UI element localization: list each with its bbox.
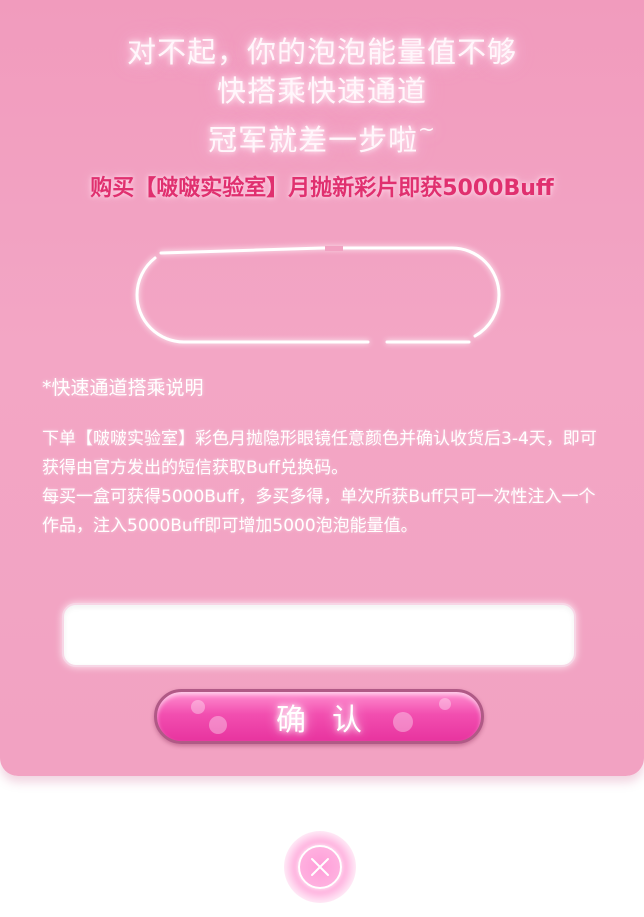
- close-icon: [298, 845, 342, 889]
- close-button[interactable]: [284, 831, 356, 903]
- promo-text: 购买【啵啵实验室】月抛新彩片即获5000Buff: [90, 176, 554, 201]
- redeem-code-input[interactable]: [62, 603, 576, 667]
- bubble-decoration: [191, 700, 205, 714]
- bubble-decoration: [393, 712, 413, 732]
- headline-line-3-text: 冠军就差一步啦: [208, 123, 419, 157]
- energy-dialog-panel: 对不起，你的泡泡能量值不够 快搭乘快速通道 冠军就差一步啦~ 购买【啵啵实验室】…: [0, 0, 644, 776]
- bubble-decoration: [439, 698, 451, 710]
- confirm-button[interactable]: 确认: [154, 689, 484, 744]
- confirm-button-label: 确认: [276, 702, 388, 738]
- headline-tilde: ~: [418, 117, 436, 141]
- headline-line-1: 对不起，你的泡泡能量值不够: [126, 35, 517, 69]
- instructions-paragraph-2: 每买一盒可获得5000Buff，多买多得，单次所获Buff只可一次性注入一个作品…: [42, 487, 596, 536]
- instructions-paragraph-1: 下单【啵啵实验室】彩色月抛隐形眼镜任意颜色并确认收货后3-4天，即可获得由官方发…: [42, 429, 597, 478]
- instructions-title: *快速通道搭乘说明: [42, 377, 204, 399]
- headline-line-2: 快搭乘快速通道: [216, 74, 427, 108]
- headline-line-3: 冠军就差一步啦~: [0, 110, 644, 159]
- capsule-icon: [135, 246, 501, 344]
- bubble-decoration: [209, 716, 227, 734]
- dialog-stage: 对不起，你的泡泡能量值不够 快搭乘快速通道 冠军就差一步啦~ 购买【啵啵实验室】…: [0, 0, 644, 917]
